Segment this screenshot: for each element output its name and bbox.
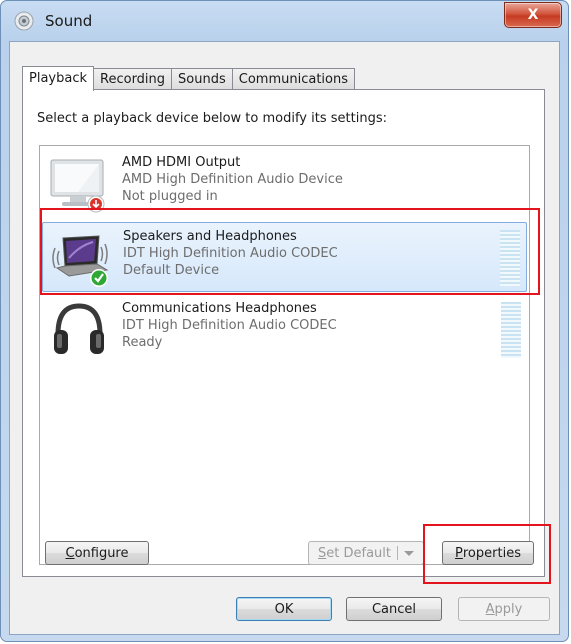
close-icon: X — [527, 7, 539, 23]
apply-accelerator: A — [485, 601, 495, 617]
device-text: AMD HDMI Output AMD High Definition Audi… — [122, 154, 343, 205]
tab-playback[interactable]: Playback — [22, 66, 95, 91]
configure-accelerator: C — [65, 545, 75, 561]
headphones-icon — [54, 303, 104, 354]
ok-button[interactable]: OK — [236, 597, 332, 621]
set-default-label: et Default — [326, 545, 391, 561]
set-default-button[interactable]: Set Default — [308, 541, 424, 565]
monitor-icon — [50, 159, 105, 213]
tab-sounds[interactable]: Sounds — [171, 68, 233, 90]
playback-panel: Select a playback device below to modify… — [22, 89, 545, 577]
set-default-accelerator: S — [318, 545, 327, 561]
device-item-communications-headphones[interactable]: Communications Headphones IDT High Defin… — [42, 295, 527, 365]
apply-label: pply — [494, 601, 523, 617]
instructions-text: Select a playback device below to modify… — [37, 111, 387, 126]
highlight-box-properties — [423, 524, 551, 584]
title-bar[interactable]: Sound X — [1, 1, 568, 41]
window-title: Sound — [45, 12, 93, 30]
speaker-icon — [14, 11, 34, 31]
device-driver: IDT High Definition Audio CODEC — [122, 318, 337, 333]
tab-recording[interactable]: Recording — [93, 68, 173, 90]
device-status: Not plugged in — [122, 189, 218, 204]
apply-button[interactable]: Apply — [458, 597, 550, 621]
device-name: AMD HDMI Output — [122, 155, 241, 170]
device-status: Ready — [122, 335, 163, 350]
volume-level-meter — [501, 302, 521, 358]
cancel-button[interactable]: Cancel — [346, 597, 442, 621]
device-text: Communications Headphones IDT High Defin… — [122, 300, 337, 351]
tab-communications[interactable]: Communications — [231, 68, 356, 90]
close-button[interactable]: X — [504, 2, 562, 28]
highlight-box-selected-device — [40, 208, 540, 295]
device-name: Communications Headphones — [122, 301, 317, 316]
tab-strip: Playback Recording Sounds Communications — [22, 66, 356, 91]
device-driver: AMD High Definition Audio Device — [122, 172, 343, 187]
split-divider — [397, 546, 398, 560]
chevron-down-icon[interactable] — [404, 550, 414, 556]
configure-label: onfigure — [74, 545, 129, 561]
configure-button[interactable]: Configure — [45, 541, 149, 565]
